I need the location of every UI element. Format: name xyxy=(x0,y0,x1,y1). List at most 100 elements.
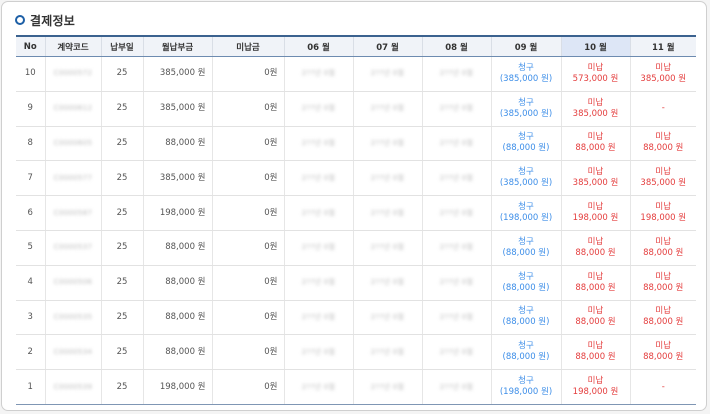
status-amount: 88,000 원 xyxy=(575,282,616,293)
cell-month-11: 미납 88,000 원 xyxy=(629,230,696,266)
cell-contract-code: C0000506 xyxy=(44,265,101,301)
column-header-contract-code: 계약코드 xyxy=(44,35,101,57)
cell-month-11: 미납 88,000 원 xyxy=(629,265,696,301)
cell-month-09: 청구 (88,000 원) xyxy=(490,265,561,301)
status-label: 미납 xyxy=(655,236,672,247)
payment-table: No 계약코드 납부일 월납부금 미납금 06 월 07 월 08 월 09 월… xyxy=(16,35,696,405)
status-amount: (198,000 원) xyxy=(499,213,553,224)
cell-no: 9 xyxy=(16,91,45,127)
cell-month-07-value: 2??년 0월 xyxy=(370,173,405,182)
cell-month-10: 미납 198,000 원 xyxy=(560,369,630,405)
status-label: - xyxy=(661,103,665,114)
cell-payment-day: 25 xyxy=(100,91,143,127)
status-label: 청구 xyxy=(518,236,534,247)
cell-payment-day: 25 xyxy=(100,230,143,266)
status-label: 미납 xyxy=(655,62,672,73)
cell-no: 10 xyxy=(16,56,45,92)
cell-month-07: 2??년 0월 xyxy=(352,160,422,197)
cell-month-06-value: 2??년 0월 xyxy=(301,382,336,391)
status-amount: (88,000 원) xyxy=(502,317,550,328)
table-row: 10 C0000572 25 385,000 원 0원 2??년 0월 2??년 0월 2??… xyxy=(16,56,696,92)
cell-month-10: 미납 88,000 원 xyxy=(560,265,630,301)
status-amount: (198,000 원) xyxy=(499,387,553,398)
cell-month-10: 미납 88,000 원 xyxy=(560,300,630,336)
payment-info-panel: 결제정보 No 계약코드 납부일 월납부금 미납금 06 월 07 월 08 월… xyxy=(1,1,707,411)
cell-unpaid-amount: 0원 xyxy=(211,230,284,266)
cell-month-06-value: 2??년 0월 xyxy=(301,104,336,113)
cell-monthly-payment: 88,000 원 xyxy=(142,265,212,301)
cell-month-07-value: 2??년 0월 xyxy=(370,347,405,356)
cell-month-06: 2??년 0월 xyxy=(283,91,353,127)
column-header-month-06: 06 월 xyxy=(283,35,353,57)
cell-month-10: 미납 385,000 원 xyxy=(560,160,630,197)
cell-month-08-value: 2??년 0월 xyxy=(439,278,474,287)
cell-contract-code: C0000587 xyxy=(44,195,101,231)
cell-month-06-value: 2??년 0월 xyxy=(301,312,336,321)
cell-payment-day: 25 xyxy=(100,265,143,301)
status-label: 미납 xyxy=(655,306,672,317)
cell-month-10: 미납 198,000 원 xyxy=(560,195,630,231)
cell-no: 8 xyxy=(16,126,45,162)
status-label: 미납 xyxy=(587,202,604,213)
cell-month-11: 미납 385,000 원 xyxy=(629,160,696,197)
column-header-monthly-payment: 월납부금 xyxy=(142,35,212,57)
status-amount: 88,000 원 xyxy=(643,143,684,154)
status-amount: 573,000 원 xyxy=(572,73,619,84)
cell-month-10: 미납 88,000 원 xyxy=(560,126,630,162)
status-amount: (88,000 원) xyxy=(502,143,550,154)
table-row: 2 C0000534 25 88,000 원 0원 2??년 0월 2??년 0월 2??년 … xyxy=(16,334,696,371)
status-label: 청구 xyxy=(518,167,534,178)
cell-month-07: 2??년 0월 xyxy=(352,126,422,162)
status-label: 미납 xyxy=(655,202,672,213)
cell-no: 3 xyxy=(16,300,45,336)
cell-month-07: 2??년 0월 xyxy=(352,334,422,371)
cell-no: 4 xyxy=(16,265,45,301)
cell-month-06: 2??년 0월 xyxy=(283,230,353,266)
cell-monthly-payment: 88,000 원 xyxy=(142,334,212,371)
cell-contract-code-value: C0000506 xyxy=(53,278,93,287)
cell-monthly-payment: 385,000 원 xyxy=(142,91,212,127)
cell-no: 6 xyxy=(16,195,45,231)
status-amount: 198,000 원 xyxy=(572,213,619,224)
cell-month-08-value: 2??년 0월 xyxy=(439,208,474,217)
cell-month-08-value: 2??년 0월 xyxy=(439,104,474,113)
cell-month-07: 2??년 0월 xyxy=(352,300,422,336)
status-amount: 385,000 원 xyxy=(640,73,687,84)
status-amount: 88,000 원 xyxy=(643,247,684,258)
cell-month-06-value: 2??년 0월 xyxy=(301,208,336,217)
cell-month-07: 2??년 0월 xyxy=(352,195,422,231)
cell-month-07-value: 2??년 0월 xyxy=(370,69,405,78)
cell-month-11: 미납 88,000 원 xyxy=(629,334,696,371)
status-amount: 385,000 원 xyxy=(572,178,619,189)
table-row: 8 C0000605 25 88,000 원 0원 2??년 0월 2??년 0월 2??년 … xyxy=(16,126,696,162)
cell-unpaid-amount: 0원 xyxy=(211,369,284,405)
cell-contract-code: C0000572 xyxy=(44,56,101,92)
status-label: 미납 xyxy=(655,167,672,178)
cell-month-06: 2??년 0월 xyxy=(283,126,353,162)
cell-unpaid-amount: 0원 xyxy=(211,160,284,197)
cell-contract-code-value: C0000539 xyxy=(53,382,93,391)
cell-monthly-payment: 385,000 원 xyxy=(142,160,212,197)
cell-payment-day: 25 xyxy=(100,195,143,231)
status-label: 청구 xyxy=(518,132,534,143)
status-amount: 198,000 원 xyxy=(640,213,687,224)
status-label: 청구 xyxy=(518,97,534,108)
cell-monthly-payment: 198,000 원 xyxy=(142,195,212,231)
cell-no: 2 xyxy=(16,334,45,371)
table-row: 4 C0000506 25 88,000 원 0원 2??년 0월 2??년 0월 2??년 … xyxy=(16,265,696,301)
cell-month-09: 청구 (385,000 원) xyxy=(490,56,561,92)
cell-month-07-value: 2??년 0월 xyxy=(370,278,405,287)
status-amount: (385,000 원) xyxy=(499,108,553,119)
status-amount: (88,000 원) xyxy=(502,282,550,293)
table-header-row: No 계약코드 납부일 월납부금 미납금 06 월 07 월 08 월 09 월… xyxy=(16,35,696,57)
cell-month-06-value: 2??년 0월 xyxy=(301,173,336,182)
cell-month-09: 청구 (198,000 원) xyxy=(490,369,561,405)
cell-month-11: 미납 88,000 원 xyxy=(629,300,696,336)
cell-month-08: 2??년 0월 xyxy=(421,56,491,92)
cell-no: 5 xyxy=(16,230,45,266)
cell-month-06: 2??년 0월 xyxy=(283,56,353,92)
cell-monthly-payment: 88,000 원 xyxy=(142,126,212,162)
cell-month-09: 청구 (385,000 원) xyxy=(490,160,561,197)
cell-payment-day: 25 xyxy=(100,56,143,92)
status-label: 미납 xyxy=(587,376,604,387)
